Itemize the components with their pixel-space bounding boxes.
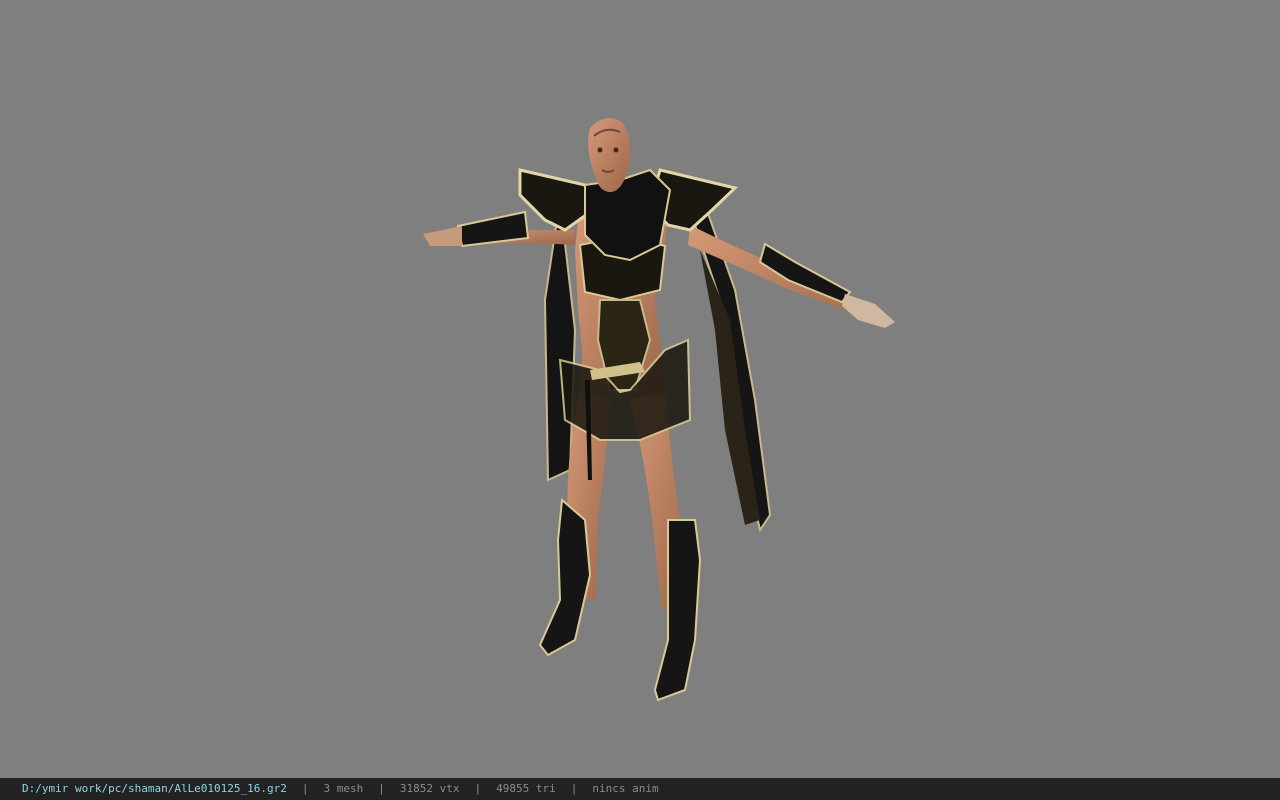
status-separator: | <box>474 782 482 795</box>
status-separator: | <box>378 782 385 795</box>
vertex-count: 31852 vtx <box>399 782 460 795</box>
triangle-count: 49855 tri <box>496 782 556 795</box>
file-path: D:/ymir work/pc/shaman/AlLe010125_16.gr2 <box>22 782 287 795</box>
status-bar: D:/ymir work/pc/shaman/AlLe010125_16.gr2… <box>0 778 1280 800</box>
3d-viewport[interactable] <box>0 0 1280 778</box>
character-model[interactable] <box>0 0 1280 778</box>
status-separator: | <box>570 782 578 795</box>
mesh-count: 3 mesh <box>323 782 364 795</box>
status-separator: | <box>301 782 309 795</box>
animation-status: nincs anim <box>592 782 659 795</box>
